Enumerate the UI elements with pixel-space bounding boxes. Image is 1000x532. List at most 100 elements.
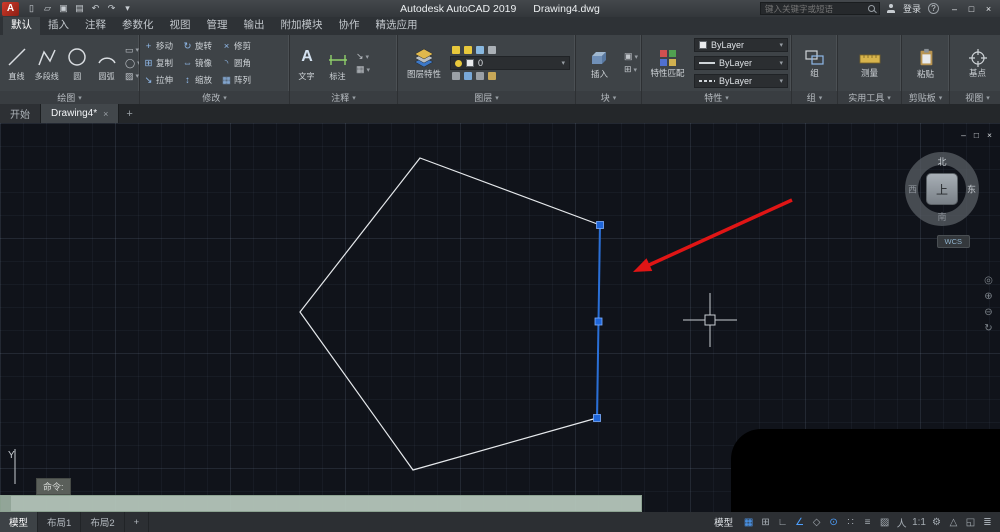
ribbon-tab-3[interactable]: 参数化 bbox=[114, 15, 162, 35]
layer-on-icon[interactable] bbox=[452, 46, 460, 54]
polar-tracking-toggle[interactable]: ∠ bbox=[791, 517, 808, 528]
wcs-button[interactable]: WCS bbox=[936, 235, 970, 248]
panel-layers-footer[interactable]: 图层 ▾ bbox=[398, 91, 575, 104]
layout-tab-1[interactable]: 布局1 bbox=[38, 512, 82, 532]
layer-lock-icon[interactable] bbox=[476, 46, 484, 54]
isodraft-toggle[interactable]: ◇ bbox=[808, 517, 825, 528]
ribbon-tab-0[interactable]: 默认 bbox=[3, 15, 40, 35]
tool-array[interactable]: ▦ 阵列 bbox=[221, 72, 258, 89]
signin-label[interactable]: 登录 bbox=[903, 2, 921, 15]
panel-draw-footer[interactable]: 绘图 ▾ bbox=[0, 91, 139, 104]
property-dropdown-0[interactable]: ByLayer ▾ bbox=[694, 38, 788, 52]
close-tab-icon[interactable]: × bbox=[103, 109, 108, 119]
tool-copy[interactable]: ⊞ 复制 bbox=[143, 55, 180, 72]
zoom-out-icon[interactable]: ⊖ bbox=[980, 307, 997, 318]
ribbon-tab-4[interactable]: 视图 bbox=[162, 15, 199, 35]
table-icon[interactable]: ▦ ▾ bbox=[356, 64, 370, 75]
layout-tab-2[interactable]: 布局2 bbox=[81, 512, 125, 532]
match-properties-button[interactable]: 特性匹配 bbox=[645, 48, 690, 79]
viewcube-top-face[interactable]: 上 bbox=[926, 173, 958, 205]
qat-dropdown-icon[interactable]: ▾ bbox=[120, 3, 135, 14]
panel-groups-footer[interactable]: 组 ▾ bbox=[792, 91, 837, 104]
customize-toggle[interactable]: ≣ bbox=[979, 517, 996, 528]
tool-rotate[interactable]: ↻ 旋转 bbox=[182, 38, 219, 55]
search-icon[interactable] bbox=[867, 5, 875, 12]
viewcube-east[interactable]: 东 bbox=[967, 183, 976, 196]
measure-button[interactable]: 测量 bbox=[847, 48, 893, 79]
viewcube-south[interactable]: 南 bbox=[937, 210, 946, 223]
layer-dropdown[interactable]: 0 ▾ bbox=[450, 56, 570, 70]
tool-polyline[interactable]: 多段线 bbox=[33, 45, 61, 82]
tool-scale[interactable]: ↕ 缩放 bbox=[182, 72, 219, 89]
property-dropdown-1[interactable]: ByLayer ▾ bbox=[694, 56, 788, 70]
save-file-icon[interactable]: ▣ bbox=[56, 3, 71, 14]
user-icon[interactable] bbox=[887, 4, 896, 13]
tool-stretch[interactable]: ↘ 拉伸 bbox=[143, 72, 180, 89]
annotation-monitor-toggle[interactable]: △ bbox=[945, 517, 962, 528]
property-dropdown-2[interactable]: ByLayer ▾ bbox=[694, 74, 788, 88]
ribbon-tab-7[interactable]: 附加模块 bbox=[273, 15, 331, 35]
layer-match-icon[interactable] bbox=[464, 72, 472, 80]
grip-1[interactable] bbox=[594, 317, 603, 326]
panel-properties-footer[interactable]: 特性 ▾ bbox=[642, 91, 791, 104]
layout-tab-3[interactable]: + bbox=[125, 512, 150, 532]
print-icon[interactable]: ▤ bbox=[72, 3, 87, 14]
viewcube-west[interactable]: 西 bbox=[908, 183, 917, 196]
drawing-canvas[interactable]: Y – □ × 北 南 西 东 上 WCS ◎ ⊕ ⊖ ↻ 命令: bbox=[0, 123, 1000, 512]
layout-tab-0[interactable]: 模型 bbox=[0, 512, 39, 532]
redo-icon[interactable]: ↷ bbox=[104, 3, 119, 14]
layer-freeze-icon[interactable] bbox=[464, 46, 472, 54]
viewport-minimize-icon[interactable]: – bbox=[961, 130, 966, 140]
navigation-wheel-icon[interactable]: ◎ bbox=[980, 275, 997, 286]
grid-display-toggle[interactable]: ▦ bbox=[740, 517, 757, 528]
panel-view-footer[interactable]: 视图 ▾ bbox=[950, 91, 1000, 104]
annotation-visibility-toggle[interactable]: 人 bbox=[893, 515, 910, 530]
lineweight-display-toggle[interactable]: ≡ bbox=[859, 517, 876, 528]
close-button[interactable]: × bbox=[980, 4, 997, 14]
file-tab-drawing4[interactable]: Drawing4* × bbox=[41, 104, 120, 123]
annotation-scale-toggle[interactable]: 1:1 bbox=[910, 517, 928, 528]
ribbon-tab-6[interactable]: 输出 bbox=[236, 15, 273, 35]
group-button[interactable]: 组 bbox=[795, 48, 834, 79]
viewport-restore-icon[interactable]: □ bbox=[974, 130, 979, 140]
tool-mirror[interactable]: ⇔ 镜像 bbox=[182, 55, 219, 72]
snap-mode-toggle[interactable]: ⊞ bbox=[757, 517, 774, 528]
tool-fillet[interactable]: ◝ 圆角 bbox=[221, 55, 258, 72]
tool-dimension[interactable]: 标注 bbox=[324, 45, 352, 82]
object-snap-toggle[interactable]: ⊙ bbox=[825, 517, 842, 528]
viewcube-north[interactable]: 北 bbox=[937, 155, 946, 168]
ribbon-tab-2[interactable]: 注释 bbox=[77, 15, 114, 35]
layer-previous-icon[interactable] bbox=[488, 72, 496, 80]
new-tab-button[interactable]: + bbox=[119, 108, 139, 120]
command-bar-grip[interactable] bbox=[1, 496, 11, 511]
command-input[interactable] bbox=[11, 498, 641, 509]
clean-screen-toggle[interactable]: ◱ bbox=[962, 517, 979, 528]
hatch-icon[interactable]: ▨ ▾ bbox=[125, 71, 139, 82]
pentagon-shape[interactable] bbox=[299, 157, 601, 471]
transparency-toggle[interactable]: ▨ bbox=[876, 517, 893, 528]
ribbon-tab-8[interactable]: 协作 bbox=[331, 15, 368, 35]
paste-button[interactable]: 粘贴 bbox=[905, 47, 946, 80]
layer-properties-button[interactable]: 图层特性 bbox=[401, 47, 447, 80]
leader-icon[interactable]: ↘ ▾ bbox=[356, 51, 370, 62]
tool-line[interactable]: 直线 bbox=[3, 45, 31, 82]
tool-circle[interactable]: 圆 bbox=[63, 45, 91, 82]
layer-state-icon[interactable] bbox=[452, 72, 460, 80]
edit-attribute-icon[interactable]: ▣ ▾ bbox=[624, 51, 638, 62]
command-line-bar[interactable] bbox=[0, 495, 642, 512]
grip-2[interactable] bbox=[593, 414, 601, 422]
layer-isolate-icon[interactable] bbox=[476, 72, 484, 80]
open-file-icon[interactable]: ▱ bbox=[40, 3, 55, 14]
panel-utilities-footer[interactable]: 实用工具 ▾ bbox=[838, 91, 901, 104]
zoom-in-icon[interactable]: ⊕ bbox=[980, 291, 997, 302]
grip-0[interactable] bbox=[596, 221, 604, 229]
object-snap-tracking-toggle[interactable]: ∷ bbox=[842, 517, 859, 528]
undo-icon[interactable]: ↶ bbox=[88, 3, 103, 14]
viewcube[interactable]: 北 南 西 东 上 bbox=[900, 147, 984, 231]
layer-plot-icon[interactable] bbox=[488, 46, 496, 54]
tool-trim[interactable]: × 修剪 bbox=[221, 38, 258, 55]
tool-move[interactable]: + 移动 bbox=[143, 38, 180, 55]
ribbon-tab-9[interactable]: 精选应用 bbox=[368, 15, 426, 35]
base-point-button[interactable]: 基点 bbox=[955, 48, 1000, 79]
viewport-close-icon[interactable]: × bbox=[987, 130, 992, 140]
